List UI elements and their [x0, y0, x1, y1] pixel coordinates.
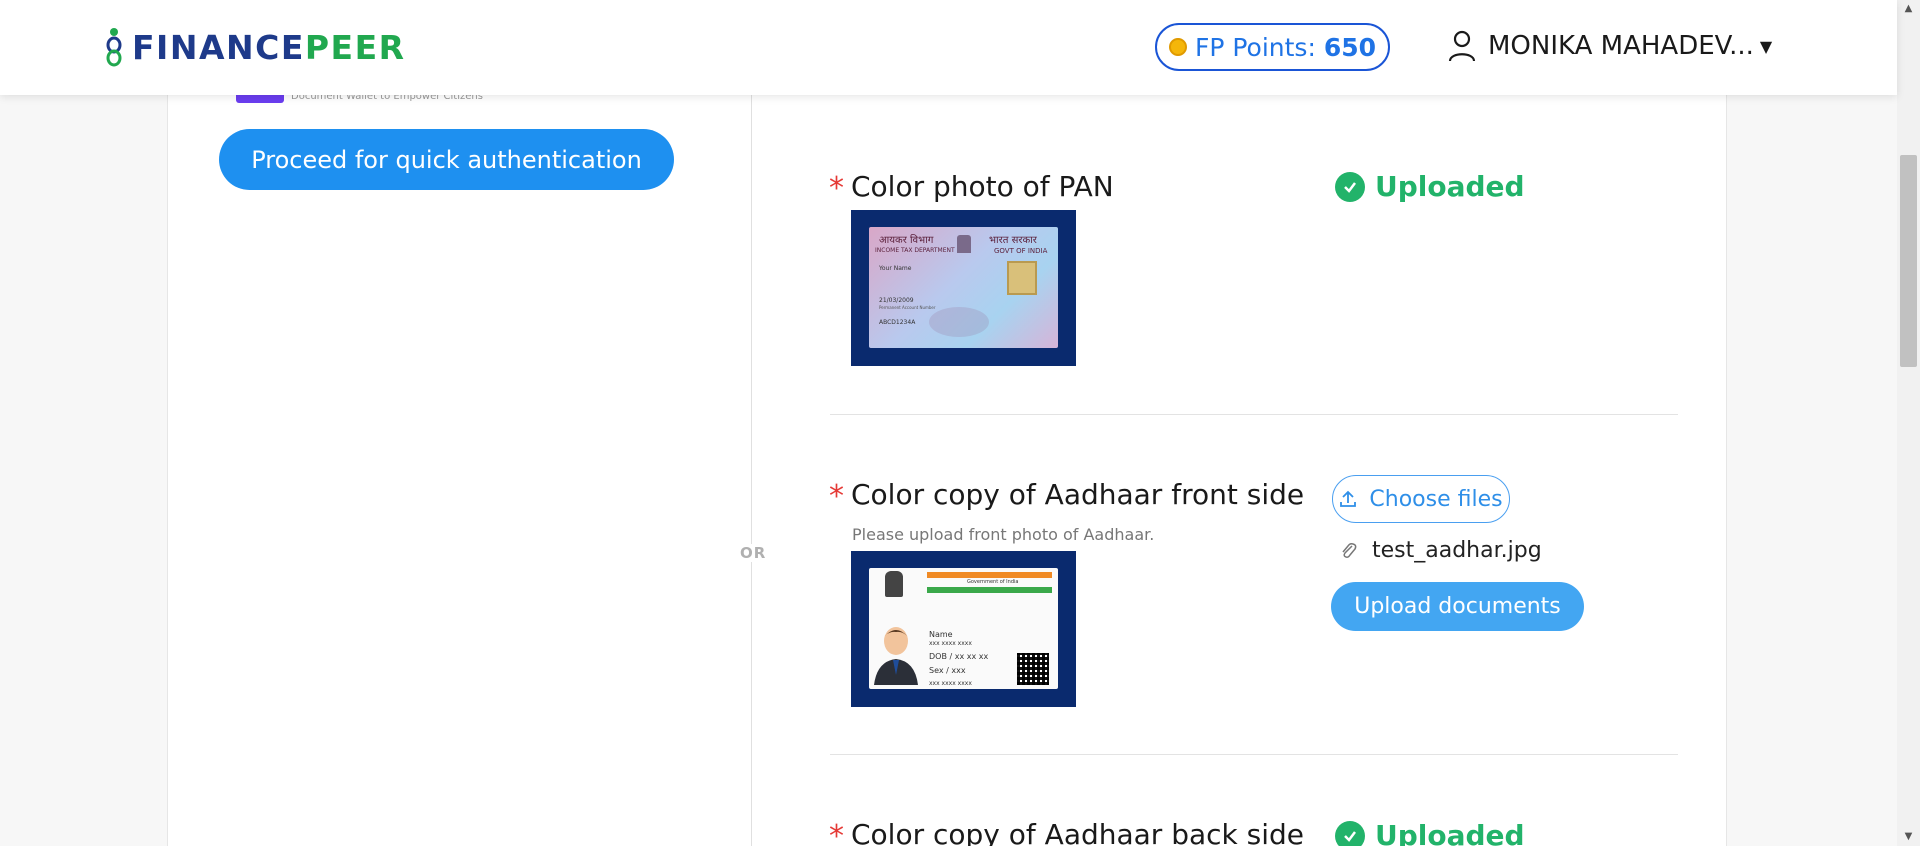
aadhaar-name-label: Name — [929, 630, 953, 639]
required-asterisk: * — [829, 479, 844, 514]
pan-upload-status: Uploaded — [1335, 170, 1525, 203]
pan-watermark — [929, 307, 989, 337]
pan-govt-hindi: भारत सरकार — [989, 235, 1037, 246]
person-photo — [873, 623, 919, 685]
pan-number-label: Permanent Account Number — [879, 305, 936, 310]
fp-points-badge[interactable]: FP Points: 650 — [1155, 23, 1390, 71]
user-name: MONIKA MAHADEV... — [1488, 31, 1754, 61]
doc-title-aadhaar-front: Color copy of Aadhaar front side — [851, 478, 1305, 511]
logo-text-peer: PEER — [304, 27, 406, 67]
pan-card-image: आयकर विभाग भारत सरकार INCOME TAX DEPARTM… — [869, 227, 1058, 348]
scrollbar-thumb[interactable] — [1900, 155, 1917, 367]
chevron-down-icon: ▼ — [1759, 36, 1773, 56]
upload-icon — [1340, 490, 1357, 507]
financepeer-logo[interactable]: FINANCEPEER — [104, 27, 406, 67]
coin-icon — [1168, 38, 1187, 56]
scroll-down-arrow-icon[interactable]: ▼ — [1897, 828, 1920, 846]
pan-dob: 21/03/2009 — [879, 297, 914, 304]
aadhaar-dob: DOB / xx xx xx — [929, 652, 989, 661]
pan-govt-english: GOVT OF INDIA — [994, 247, 1048, 255]
file-name: test_aadhar.jpg — [1372, 538, 1542, 563]
aadhaar-number: xxx xxxx xxxx — [929, 680, 972, 687]
aadhaar-sex: Sex / xxx — [929, 666, 966, 675]
vertical-divider — [751, 95, 752, 846]
doc-title-pan: Color photo of PAN — [851, 170, 1114, 203]
aadhaar-name-value: xxx xxxx xxxx — [929, 640, 972, 647]
required-asterisk: * — [829, 171, 844, 206]
emblem-icon — [885, 571, 903, 597]
choose-files-button[interactable]: Choose files — [1332, 475, 1510, 523]
top-header: FINANCEPEER FP Points: 650 MONIKA MAHADE… — [0, 0, 1897, 95]
check-circle-icon — [1335, 171, 1365, 202]
aadhaar-front-thumbnail[interactable]: Government of India Name xxx xxxx xxxx D… — [851, 551, 1076, 707]
user-menu[interactable]: MONIKA MAHADEV... ▼ — [1448, 30, 1772, 62]
selected-file[interactable]: test_aadhar.jpg — [1340, 538, 1542, 563]
row-divider — [830, 414, 1678, 415]
scroll-up-arrow-icon[interactable]: ▲ — [1897, 0, 1920, 18]
check-circle-icon — [1335, 820, 1365, 846]
paperclip-icon — [1342, 542, 1357, 558]
pan-card-thumbnail[interactable]: आयकर विभाग भारत सरकार INCOME TAX DEPARTM… — [851, 210, 1076, 366]
hologram-icon — [1007, 261, 1037, 295]
emblem-icon — [957, 235, 971, 253]
page-scrollbar[interactable]: ▲ ▼ — [1897, 0, 1920, 846]
aadhaar-card-image: Government of India Name xxx xxxx xxxx D… — [869, 568, 1058, 689]
document-upload-card: Document Wallet to Empower Citizens Proc… — [167, 91, 1727, 846]
pan-name: Your Name — [879, 265, 912, 272]
user-icon — [1448, 30, 1476, 62]
points-label: FP Points: — [1194, 32, 1316, 62]
logo-text-finance: FINANCE — [132, 27, 305, 67]
choose-files-label: Choose files — [1369, 486, 1503, 512]
qr-code-icon — [1017, 653, 1049, 685]
or-separator: OR — [740, 544, 767, 562]
upload-documents-button[interactable]: Upload documents — [1331, 582, 1584, 631]
doc-title-aadhaar-back: Color copy of Aadhaar back side — [851, 818, 1305, 846]
quick-authentication-button[interactable]: Proceed for quick authentication — [219, 129, 674, 190]
status-text: Uploaded — [1375, 819, 1525, 846]
pan-number: ABCD1234A — [879, 319, 916, 326]
status-text: Uploaded — [1375, 170, 1525, 203]
logo-mark-icon — [106, 28, 122, 67]
aadhaar-gov: Government of India — [967, 579, 1019, 585]
digilocker-logo — [236, 95, 284, 103]
aadhaar-flag-saffron — [927, 572, 1052, 578]
pan-dept-english: INCOME TAX DEPARTMENT — [875, 247, 955, 254]
row-divider — [830, 754, 1678, 755]
aadhaar-back-upload-status: Uploaded — [1335, 819, 1525, 846]
required-asterisk: * — [829, 819, 844, 846]
points-value: 650 — [1323, 32, 1377, 62]
aadhaar-front-hint: Please upload front photo of Aadhaar. — [852, 525, 1155, 544]
pan-dept-hindi: आयकर विभाग — [879, 235, 934, 246]
aadhaar-flag-green — [927, 587, 1052, 593]
